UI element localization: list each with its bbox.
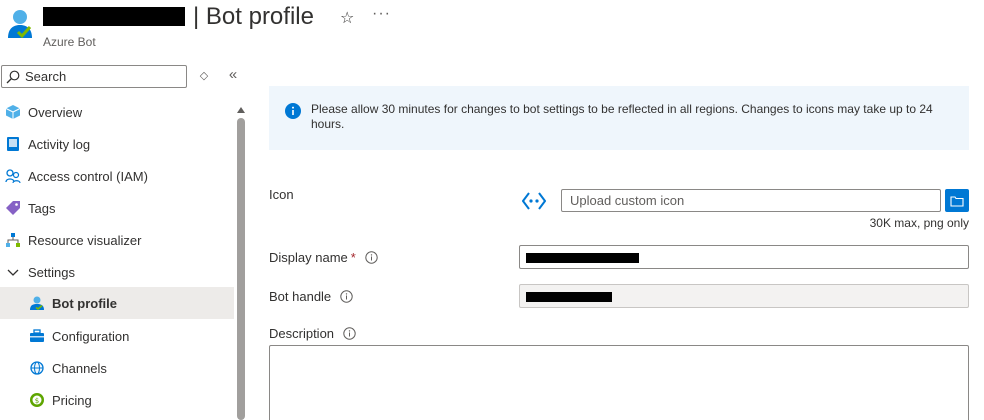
sidebar-item-label: Tags bbox=[28, 200, 56, 216]
toolbox-icon bbox=[28, 327, 46, 345]
description-label-text: Description bbox=[269, 326, 335, 341]
sidebar-item-label: Activity log bbox=[28, 136, 91, 152]
people-icon bbox=[4, 167, 22, 185]
bot-icon bbox=[28, 294, 46, 312]
sidebar-item-activity-log[interactable]: Activity log bbox=[0, 128, 234, 160]
page-title: | Bot profile bbox=[193, 3, 314, 30]
search-input[interactable]: Search bbox=[1, 65, 187, 88]
sidebar-item-label: Channels bbox=[52, 360, 107, 376]
search-icon bbox=[6, 70, 20, 83]
upload-hint: 30K max, png only bbox=[869, 216, 969, 230]
info-banner-text: Please allow 30 minutes for changes to b… bbox=[311, 102, 933, 131]
sidebar-group-settings[interactable]: Settings bbox=[0, 256, 234, 288]
sidebar-item-label: Overview bbox=[28, 104, 83, 120]
chevron-down-icon bbox=[4, 263, 22, 281]
upload-icon-input[interactable]: Upload custom icon bbox=[561, 189, 941, 212]
log-icon bbox=[4, 135, 22, 153]
bot-handle-label-text: Bot handle bbox=[269, 289, 332, 304]
bot-handle-field bbox=[519, 284, 969, 308]
info-icon[interactable] bbox=[365, 251, 378, 264]
collapse-sidebar-icon[interactable]: « bbox=[225, 66, 241, 84]
required-marker: * bbox=[350, 250, 356, 265]
sort-icon[interactable]: ◇ bbox=[197, 68, 211, 84]
info-icon[interactable] bbox=[343, 327, 356, 340]
search-placeholder: Search bbox=[25, 69, 67, 84]
description-label: Description bbox=[269, 326, 356, 341]
cube-icon bbox=[4, 103, 22, 121]
info-banner: Please allow 30 minutes for changes to b… bbox=[269, 86, 969, 150]
resource-type-label: Azure Bot bbox=[43, 35, 96, 49]
info-icon bbox=[285, 103, 301, 119]
sidebar-item-label: Pricing bbox=[52, 392, 92, 408]
redacted-display-name bbox=[526, 253, 639, 263]
icon-label-text: Icon bbox=[269, 187, 294, 202]
bot-handle-label: Bot handle bbox=[269, 289, 353, 304]
tag-icon bbox=[4, 199, 22, 217]
sidebar-item-label: Access control (IAM) bbox=[28, 168, 148, 184]
info-icon[interactable] bbox=[340, 290, 353, 303]
sidebar-item-tags[interactable]: Tags bbox=[0, 192, 234, 224]
bot-default-icon bbox=[521, 190, 547, 212]
sidebar-scrollbar[interactable] bbox=[237, 118, 245, 420]
star-icon[interactable]: ☆ bbox=[340, 8, 354, 28]
folder-icon bbox=[950, 195, 964, 207]
sidebar-item-overview[interactable]: Overview bbox=[0, 96, 234, 128]
sidebar-item-pricing[interactable]: $ Pricing bbox=[0, 384, 234, 416]
bot-resource-icon bbox=[6, 8, 34, 40]
icon-label: Icon bbox=[269, 187, 294, 202]
redacted-bot-handle bbox=[526, 292, 612, 302]
sidebar-item-bot-profile[interactable]: Bot profile bbox=[0, 287, 234, 319]
browse-file-button[interactable] bbox=[945, 189, 969, 212]
sidebar-item-label: Resource visualizer bbox=[28, 232, 142, 248]
redacted-resource-name bbox=[43, 7, 185, 26]
pricing-icon: $ bbox=[28, 391, 46, 409]
sidebar-item-configuration[interactable]: Configuration bbox=[0, 320, 234, 352]
sidebar-item-access-control[interactable]: Access control (IAM) bbox=[0, 160, 234, 192]
scroll-up-arrow[interactable] bbox=[237, 101, 245, 113]
display-name-label: Display name * bbox=[269, 250, 378, 265]
hierarchy-icon bbox=[4, 231, 22, 249]
more-options-button[interactable]: ··· bbox=[372, 5, 391, 23]
sidebar-item-label: Bot profile bbox=[52, 295, 117, 311]
svg-text:$: $ bbox=[35, 397, 39, 405]
display-name-label-text: Display name bbox=[269, 250, 348, 265]
globe-icon bbox=[28, 359, 46, 377]
sidebar-item-label: Settings bbox=[28, 264, 75, 280]
sidebar-item-resource-visualizer[interactable]: Resource visualizer bbox=[0, 224, 234, 256]
display-name-input[interactable] bbox=[519, 245, 969, 269]
sidebar-item-label: Configuration bbox=[52, 328, 130, 344]
description-textarea[interactable] bbox=[269, 345, 969, 420]
sidebar-item-channels[interactable]: Channels bbox=[0, 352, 234, 384]
